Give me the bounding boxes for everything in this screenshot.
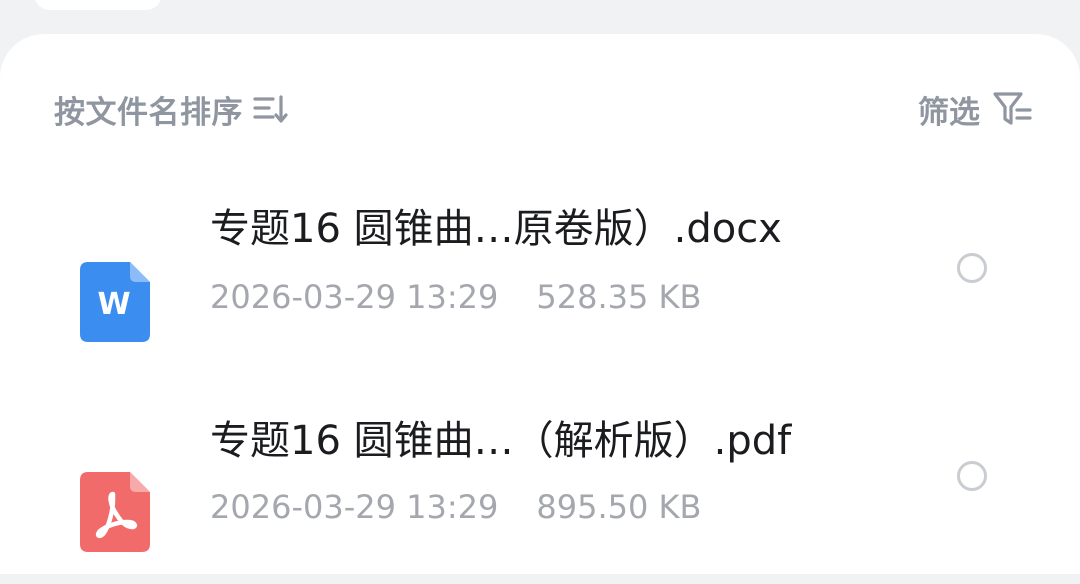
file-list-item[interactable]: W 专题16 圆锥曲…原卷版）.docx 2026-03-29 13:29 52… [0, 172, 1080, 372]
filter-icon [992, 89, 1034, 129]
file-size: 528.35 KB [536, 278, 702, 316]
file-date: 2026-03-29 13:29 [210, 278, 499, 316]
select-radio[interactable] [957, 461, 987, 491]
file-size: 895.50 KB [536, 488, 702, 526]
sort-label: 按文件名排序 [54, 94, 243, 131]
file-date: 2026-03-29 13:29 [210, 488, 499, 526]
file-list-item[interactable]: 专题16 圆锥曲…（解析版）.pdf 2026-03-29 13:29 895.… [0, 384, 1080, 584]
file-meta: 2026-03-29 13:29 528.35 KB [210, 278, 701, 316]
file-meta: 2026-03-29 13:29 895.50 KB [210, 488, 701, 526]
sort-order-icon [253, 94, 289, 124]
list-toolbar: 按文件名排序 筛选 [0, 34, 1080, 184]
select-radio[interactable] [957, 253, 987, 283]
filter-label: 筛选 [918, 94, 980, 131]
pdf-document-icon [80, 472, 150, 552]
top-tab-fragment[interactable] [34, 0, 162, 10]
file-list-card: 按文件名排序 筛选 W 专题16 圆锥曲…原卷版）.docx 2026-03-2… [0, 34, 1080, 574]
word-document-icon: W [80, 262, 150, 342]
top-background [0, 0, 1080, 34]
sort-button[interactable]: 按文件名排序 [54, 86, 289, 132]
filter-button[interactable]: 筛选 [918, 86, 1034, 132]
svg-text:W: W [97, 287, 130, 322]
file-name: 专题16 圆锥曲…（解析版）.pdf [210, 418, 792, 464]
file-name: 专题16 圆锥曲…原卷版）.docx [210, 206, 782, 252]
